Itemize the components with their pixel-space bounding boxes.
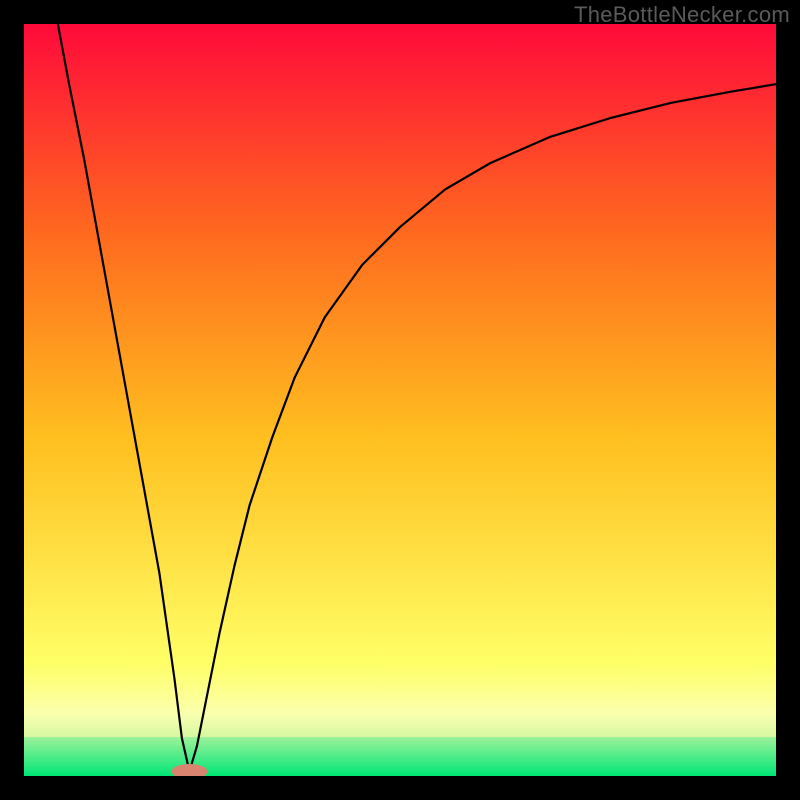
bottleneck-chart <box>24 24 776 776</box>
gradient-background <box>24 24 776 776</box>
chart-frame <box>24 24 776 776</box>
